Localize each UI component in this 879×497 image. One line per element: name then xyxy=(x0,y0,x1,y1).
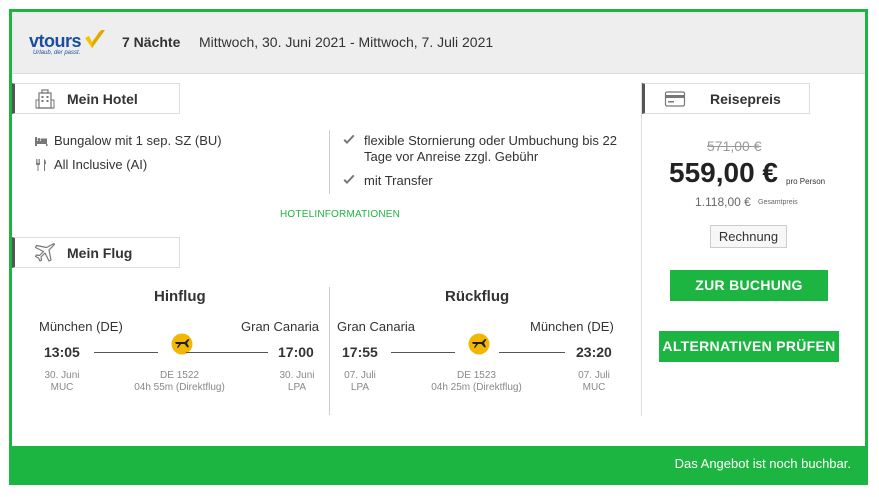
return-departure-time: 17:55 xyxy=(342,344,378,360)
outbound-duration: 04h 55m (Direktflug) xyxy=(134,382,225,393)
total-price-label: Gesamtpreis xyxy=(758,199,798,206)
flight-section-title: Mein Flug xyxy=(67,245,133,261)
benefit-transfer: mit Transfer xyxy=(364,173,433,188)
airline-logo-icon xyxy=(468,333,490,355)
hotel-section-header: Mein Hotel xyxy=(12,83,180,114)
original-price: 571,00 € xyxy=(707,138,762,154)
flight-section-header: Mein Flug xyxy=(12,237,180,268)
price-panel-divider xyxy=(641,82,642,416)
return-line-right xyxy=(499,352,565,353)
room-type: Bungalow mit 1 sep. SZ (BU) xyxy=(54,133,222,148)
price-per-person: 559,00 € xyxy=(669,157,778,188)
flight-divider xyxy=(329,287,330,415)
outbound-line-left xyxy=(94,352,158,353)
outbound-arrival-time: 17:00 xyxy=(278,344,314,360)
total-price: 1.118,00 € xyxy=(695,195,751,209)
travel-dates: Mittwoch, 30. Juni 2021 - Mittwoch, 7. J… xyxy=(199,34,494,50)
hotel-section-title: Mein Hotel xyxy=(67,91,138,107)
availability-footer: Das Angebot ist noch buchbar. xyxy=(12,446,865,482)
outbound-departure-time: 13:05 xyxy=(44,344,80,360)
nights-count: 7 Nächte xyxy=(122,34,181,50)
credit-card-icon xyxy=(664,91,686,107)
return-departure-date: 07. Juli xyxy=(344,370,376,381)
return-line-left xyxy=(391,352,455,353)
return-flight-number: DE 1523 xyxy=(457,370,496,381)
outbound-from-city: München (DE) xyxy=(39,319,123,334)
vtours-logo: vtours Urlaub, der passt. xyxy=(29,28,109,60)
plane-icon xyxy=(34,243,55,262)
price-section-title: Reisepreis xyxy=(710,91,781,107)
return-duration: 04h 25m (Direktflug) xyxy=(431,382,522,393)
benefit-cancellation-line1: flexible Stornierung oder Umbuchung bis … xyxy=(364,133,617,148)
return-arrival-code: MUC xyxy=(582,382,606,393)
hotel-features-divider xyxy=(329,130,330,194)
price-section-header: Reisepreis xyxy=(642,83,810,114)
outbound-departure-code: MUC xyxy=(50,382,74,393)
logo-text: vtours xyxy=(29,31,82,51)
return-from-city: Gran Canaria xyxy=(337,319,416,334)
invoice-button[interactable]: Rechnung xyxy=(710,225,787,248)
check-alternatives-button[interactable]: ALTERNATIVEN PRÜFEN xyxy=(659,331,839,362)
book-button[interactable]: ZUR BUCHUNG xyxy=(670,270,828,301)
outbound-title: Hinflug xyxy=(154,288,206,305)
outbound-to-city: Gran Canaria xyxy=(241,319,320,334)
board-type: All Inclusive (AI) xyxy=(54,157,148,172)
cutlery-icon xyxy=(36,159,46,171)
offer-card: vtours Urlaub, der passt. 7 Nächte Mittw… xyxy=(9,9,868,485)
bed-icon xyxy=(35,137,48,146)
return-to-city: München (DE) xyxy=(530,319,614,334)
hotel-information-link[interactable]: HOTELINFORMATIONEN xyxy=(280,209,400,220)
benefit-cancellation-line2: Tage vor Anreise zzgl. Gebühr xyxy=(364,149,539,164)
return-arrival-date: 07. Juli xyxy=(578,370,610,381)
per-person-label: pro Person xyxy=(786,177,826,186)
outbound-arrival-date: 30. Juni xyxy=(279,370,315,381)
vtours-check-icon xyxy=(85,30,105,48)
outbound-line-right xyxy=(186,352,268,353)
logo-tagline: Urlaub, der passt. xyxy=(33,50,81,56)
return-departure-code: LPA xyxy=(350,382,370,393)
outbound-departure-date: 30. Juni xyxy=(44,370,80,381)
checkmark-icon xyxy=(343,134,355,144)
offer-header: vtours Urlaub, der passt. 7 Nächte Mittw… xyxy=(12,12,865,74)
availability-status: Das Angebot ist noch buchbar. xyxy=(674,456,851,471)
outbound-flight-number: DE 1522 xyxy=(160,370,199,381)
checkmark-icon xyxy=(343,174,355,184)
return-arrival-time: 23:20 xyxy=(576,344,612,360)
return-title: Rückflug xyxy=(445,288,510,305)
hotel-building-icon xyxy=(35,89,55,109)
outbound-arrival-code: LPA xyxy=(287,382,307,393)
